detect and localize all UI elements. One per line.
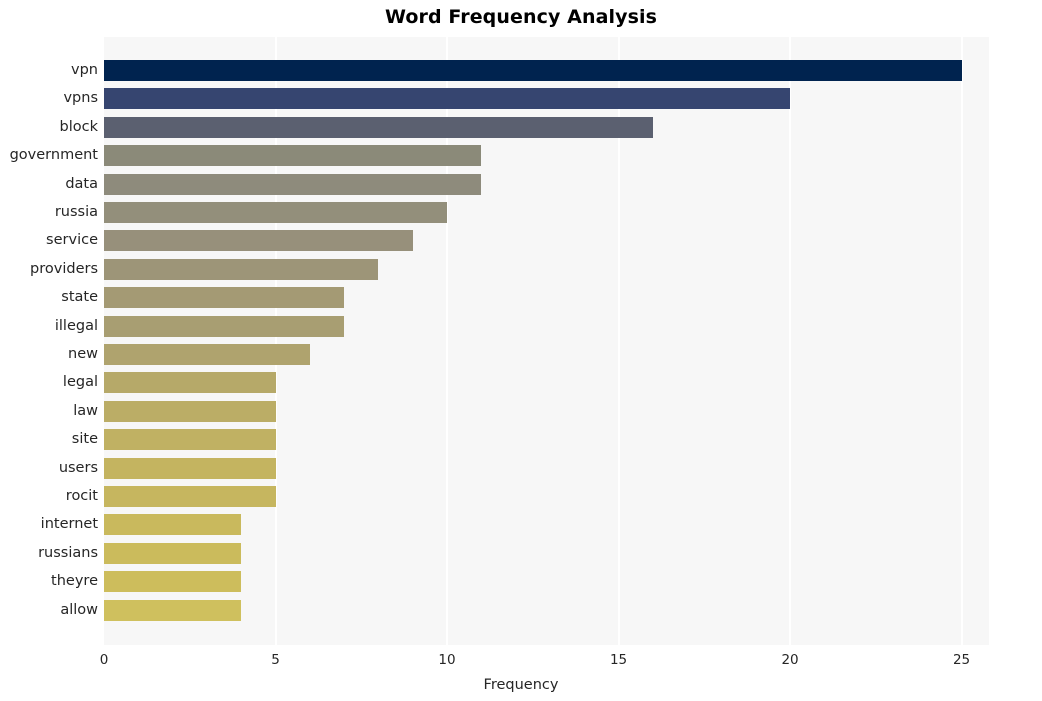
- bar-row[interactable]: [104, 400, 989, 422]
- bar-row[interactable]: [104, 230, 989, 252]
- x-axis-label: Frequency: [483, 677, 559, 693]
- bar[interactable]: [104, 116, 653, 138]
- bar-row[interactable]: [104, 542, 989, 564]
- bar-row[interactable]: [104, 514, 989, 536]
- y-tick-label: internet: [40, 516, 98, 533]
- bar[interactable]: [104, 315, 345, 337]
- bar-row[interactable]: [104, 457, 989, 479]
- y-axis: vpn vpns block government data russia service p…: [0, 37, 98, 645]
- y-tick-label: rocit: [65, 488, 98, 504]
- bar[interactable]: [104, 542, 242, 564]
- x-tick-label: 10: [438, 652, 456, 668]
- bar[interactable]: [104, 400, 276, 422]
- bar[interactable]: [104, 344, 310, 365]
- y-tick-label: state: [61, 289, 98, 306]
- bar-row[interactable]: [104, 287, 989, 309]
- y-tick-label: users: [58, 459, 98, 476]
- y-tick-label: providers: [30, 260, 98, 277]
- page-title: Word Frequency Analysis: [384, 6, 658, 28]
- bar[interactable]: [104, 230, 413, 252]
- y-tick-label: illegal: [54, 317, 98, 334]
- bar-row[interactable]: [104, 344, 989, 365]
- x-tick-label: 15: [609, 652, 628, 668]
- bar-row[interactable]: [104, 145, 989, 167]
- x-tick-label: 25: [952, 652, 971, 668]
- bar[interactable]: [104, 88, 791, 110]
- bar[interactable]: [104, 202, 448, 223]
- bar-row[interactable]: [104, 258, 989, 280]
- bar-row[interactable]: [104, 315, 989, 337]
- bar-row[interactable]: [104, 372, 989, 394]
- bar[interactable]: [104, 429, 276, 451]
- bar-row[interactable]: [104, 60, 989, 81]
- bar[interactable]: [104, 287, 345, 309]
- bar-row[interactable]: [104, 202, 989, 223]
- y-tick-label: russia: [54, 204, 98, 220]
- y-tick-label: government: [9, 147, 98, 164]
- y-tick-label: vpn: [71, 62, 98, 78]
- y-tick-label: data: [65, 175, 98, 192]
- y-tick-label: russians: [38, 544, 98, 561]
- y-tick-label: service: [46, 232, 98, 249]
- y-tick-label: allow: [60, 601, 98, 618]
- bar[interactable]: [104, 514, 242, 536]
- chart-figure: Word Frequency Analysis vpn vpns block gove…: [0, 0, 1042, 701]
- y-tick-label: theyre: [51, 573, 98, 590]
- y-tick-label: new: [68, 346, 98, 362]
- x-tick-label: 5: [271, 652, 280, 668]
- bar[interactable]: [104, 486, 276, 507]
- y-tick-label: law: [73, 402, 98, 419]
- bar[interactable]: [104, 457, 276, 479]
- plot-area: [104, 37, 989, 645]
- bar[interactable]: [104, 145, 482, 167]
- y-tick-label: legal: [62, 374, 98, 391]
- bar-row[interactable]: [104, 116, 989, 138]
- bar[interactable]: [104, 599, 242, 621]
- bar-row[interactable]: [104, 599, 989, 621]
- bar[interactable]: [104, 372, 276, 394]
- bar[interactable]: [104, 571, 242, 593]
- bar[interactable]: [104, 60, 962, 81]
- bar[interactable]: [104, 173, 482, 195]
- bar-row[interactable]: [104, 486, 989, 507]
- bar-row[interactable]: [104, 173, 989, 195]
- bar-row[interactable]: [104, 429, 989, 451]
- y-tick-label: vpns: [63, 90, 98, 107]
- bar[interactable]: [104, 258, 379, 280]
- x-tick-label: 20: [781, 652, 799, 668]
- x-tick-label: 0: [99, 652, 109, 668]
- x-axis: 0 5 10 15 20 25 Frequency: [0, 645, 1042, 701]
- bar-row[interactable]: [104, 88, 989, 110]
- y-tick-label: block: [59, 118, 98, 135]
- y-tick-label: site: [71, 431, 98, 448]
- bar-row[interactable]: [104, 571, 989, 593]
